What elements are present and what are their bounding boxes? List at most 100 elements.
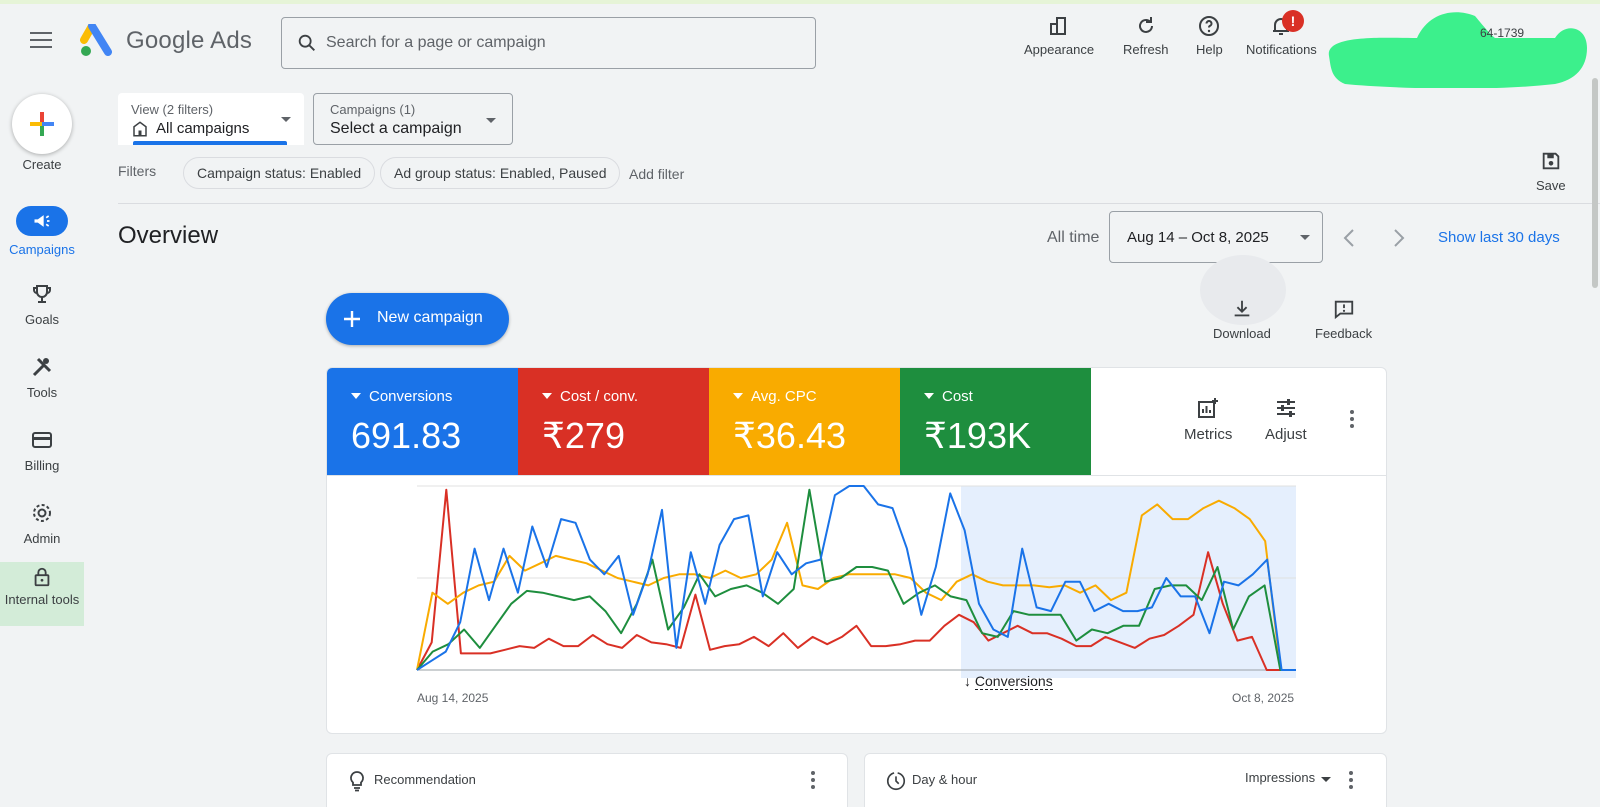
metric-label: Avg. CPC [733, 388, 817, 405]
metric-value: 691.83 [351, 415, 462, 456]
adjust-button[interactable]: Adjust [1265, 396, 1307, 443]
date-range-value: Aug 14 – Oct 8, 2025 [1127, 229, 1269, 246]
view-dropdown-icon [281, 117, 291, 122]
date-range-picker[interactable]: Aug 14 – Oct 8, 2025 [1109, 211, 1323, 263]
overview-chart-card: Conversions 691.83 Cost / conv. ₹279 Avg… [326, 367, 1387, 734]
nav-admin[interactable]: Admin [0, 501, 84, 546]
trophy-icon [33, 285, 51, 303]
tools-icon [32, 357, 52, 377]
date-dropdown-icon [1300, 235, 1310, 240]
refresh-button[interactable]: Refresh [1123, 14, 1169, 57]
metrics-button-label: Metrics [1184, 426, 1233, 443]
conversions-annotation[interactable]: ↓ Conversions [964, 673, 1053, 690]
appearance-button[interactable]: Appearance [1024, 14, 1094, 57]
notifications-button[interactable]: Notifications ! [1246, 10, 1317, 57]
notifications-badge: ! [1282, 10, 1304, 32]
credit-card-icon [32, 432, 52, 448]
download-label: Download [1213, 326, 1271, 341]
nav-goals[interactable]: Goals [0, 282, 84, 327]
download-button[interactable]: Download [1213, 298, 1271, 341]
new-campaign-button[interactable]: New campaign [326, 293, 509, 345]
clock-icon [886, 771, 906, 791]
nav-billing[interactable]: Billing [0, 428, 84, 473]
add-filter-button[interactable]: Add filter [629, 166, 684, 182]
day-hour-more-icon[interactable] [1349, 771, 1353, 792]
lightbulb-icon [350, 771, 364, 792]
metric-tile-avg-cpc[interactable]: Avg. CPC ₹36.43 [709, 368, 900, 475]
nav-internal-tools-label: Internal tools [4, 592, 80, 607]
metric-value: ₹193K [924, 415, 1031, 456]
feedback-label: Feedback [1315, 326, 1373, 341]
recommendation-more-icon[interactable] [811, 771, 815, 792]
day-hour-card: Day & hour Impressions [864, 753, 1387, 807]
page-scrollbar[interactable] [1592, 78, 1598, 288]
search-icon [298, 34, 315, 51]
x-axis-start-label: Aug 14, 2025 [417, 691, 489, 705]
brand-name[interactable]: Google Ads [126, 27, 252, 55]
save-label: Save [1536, 178, 1566, 193]
chevron-left-icon[interactable] [1342, 228, 1356, 248]
show-last-30-days-link[interactable]: Show last 30 days [1438, 229, 1560, 246]
help-icon [1199, 16, 1220, 36]
recommendation-title: Recommendation [374, 772, 476, 787]
metrics-icon [1198, 398, 1219, 418]
day-hour-title: Day & hour [912, 772, 978, 787]
view-selector-underline [133, 141, 287, 145]
account-redaction [1328, 12, 1587, 88]
help-button[interactable]: Help [1196, 14, 1223, 57]
help-label: Help [1196, 42, 1223, 57]
lock-icon [34, 567, 50, 587]
metric-tile-cost-per-conv[interactable]: Cost / conv. ₹279 [518, 368, 709, 475]
performance-line-chart[interactable] [327, 476, 1387, 686]
nav-campaigns-label: Campaigns [9, 242, 75, 257]
nav-tools-label: Tools [26, 385, 58, 400]
nav-admin-label: Admin [23, 531, 61, 546]
search-box[interactable] [281, 17, 816, 69]
search-input[interactable] [326, 32, 796, 54]
account-id[interactable]: 64-1739 [1480, 26, 1524, 40]
building-icon [133, 121, 147, 137]
view-selector[interactable]: View (2 filters) All campaigns [118, 93, 304, 145]
sliders-icon [1276, 399, 1295, 417]
impressions-dropdown[interactable]: Impressions [1245, 770, 1315, 785]
chevron-right-icon[interactable] [1392, 228, 1406, 248]
impressions-dropdown-icon [1321, 777, 1331, 782]
campaign-selector[interactable]: Campaigns (1) Select a campaign [313, 93, 513, 145]
save-button[interactable]: Save [1536, 150, 1566, 193]
plus-icon [344, 311, 360, 327]
google-ads-logo-icon[interactable] [80, 22, 116, 63]
download-icon [1234, 300, 1250, 317]
metric-label: Cost / conv. [542, 388, 638, 405]
new-campaign-label: New campaign [377, 309, 483, 326]
notifications-label: Notifications [1246, 42, 1317, 57]
appearance-icon [1050, 17, 1067, 35]
metric-value: ₹36.43 [733, 415, 846, 456]
view-selector-caption: View (2 filters) [131, 102, 214, 117]
metric-value: ₹279 [542, 415, 625, 456]
nav-tools[interactable]: Tools [0, 355, 84, 400]
recommendation-card: Recommendation [326, 753, 848, 807]
feedback-button[interactable]: Feedback [1315, 298, 1372, 341]
refresh-icon [1138, 17, 1153, 33]
metric-label: Conversions [351, 388, 452, 405]
main-menu-icon[interactable] [30, 32, 52, 50]
all-time-label: All time [1047, 229, 1100, 246]
create-label: Create [22, 157, 62, 172]
filter-chip-ad-group-status[interactable]: Ad group status: Enabled, Paused [380, 157, 621, 189]
filter-chip-campaign-status[interactable]: Campaign status: Enabled [183, 157, 376, 189]
campaign-selector-value: Select a campaign [330, 120, 462, 137]
metric-label: Cost [924, 388, 973, 405]
appearance-label: Appearance [1024, 42, 1095, 57]
refresh-label: Refresh [1123, 42, 1169, 57]
create-button[interactable] [12, 94, 72, 154]
nav-internal-tools[interactable]: Internal tools [0, 562, 84, 626]
header-divider [118, 203, 1600, 204]
filters-label: Filters [118, 163, 157, 179]
nav-campaigns[interactable]: Campaigns [0, 206, 84, 257]
feedback-icon [1334, 300, 1353, 320]
more-options-icon[interactable] [1350, 410, 1354, 431]
metric-tile-conversions[interactable]: Conversions 691.83 [327, 368, 518, 475]
metric-tile-cost[interactable]: Cost ₹193K [900, 368, 1091, 475]
plus-icon [30, 112, 54, 136]
metrics-button[interactable]: Metrics [1184, 396, 1232, 443]
